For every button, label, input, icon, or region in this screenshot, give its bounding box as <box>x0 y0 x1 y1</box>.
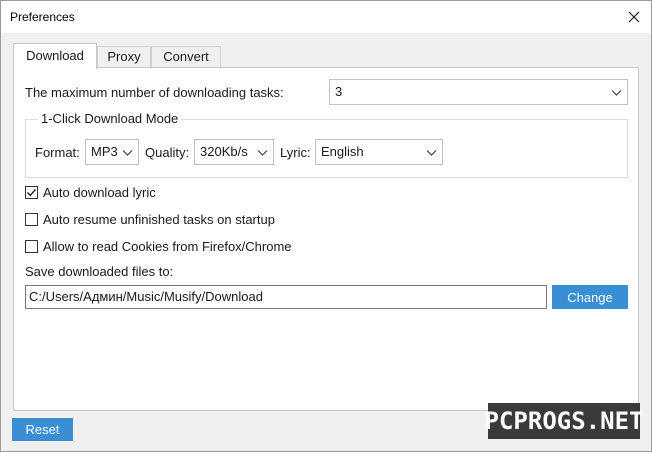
auto-resume-checkbox[interactable]: Auto resume unfinished tasks on startup <box>25 211 275 227</box>
one-click-download-group: 1-Click Download Mode Format: MP3 Qualit… <box>25 111 628 178</box>
preferences-window: Preferences Download Proxy Convert The m… <box>0 0 652 452</box>
watermark: PCPROGS.NET <box>485 403 643 439</box>
lyric-value: English <box>321 144 364 159</box>
auto-resume-label: Auto resume unfinished tasks on startup <box>43 211 275 227</box>
auto-download-lyric-checkbox[interactable]: Auto download lyric <box>25 184 156 200</box>
max-tasks-select[interactable]: 3 <box>329 79 628 105</box>
save-path-input[interactable]: C:/Users/Админ/Music/Musify/Download <box>25 285 547 309</box>
title-bar: Preferences <box>1 1 651 33</box>
checkmark-icon <box>27 188 37 196</box>
read-cookies-label: Allow to read Cookies from Firefox/Chrom… <box>43 238 292 254</box>
checkbox-box[interactable] <box>25 239 38 253</box>
chevron-down-icon <box>122 150 133 156</box>
lyric-select[interactable]: English <box>315 139 443 165</box>
window-title: Preferences <box>10 10 75 24</box>
chevron-down-icon <box>257 150 268 156</box>
quality-select[interactable]: 320Kb/s <box>194 139 274 165</box>
format-value: MP3 <box>91 144 118 159</box>
chevron-down-icon <box>611 90 622 96</box>
checkbox-box[interactable] <box>25 185 38 199</box>
checkbox-box[interactable] <box>25 212 38 226</box>
one-click-group-title: 1-Click Download Mode <box>38 111 182 126</box>
read-cookies-checkbox[interactable]: Allow to read Cookies from Firefox/Chrom… <box>25 238 292 254</box>
format-label: Format: <box>35 145 80 160</box>
save-location-label: Save downloaded files to: <box>25 264 174 279</box>
quality-value: 320Kb/s <box>200 144 248 159</box>
auto-download-lyric-label: Auto download lyric <box>43 184 156 200</box>
change-button[interactable]: Change <box>552 285 628 309</box>
tab-proxy[interactable]: Proxy <box>97 46 151 68</box>
format-select[interactable]: MP3 <box>85 139 139 165</box>
download-panel: The maximum number of downloading tasks:… <box>13 67 639 411</box>
lyric-label: Lyric: <box>280 145 311 160</box>
reset-button[interactable]: Reset <box>12 418 73 441</box>
chevron-down-icon <box>426 150 437 156</box>
close-icon <box>628 11 640 23</box>
close-button[interactable] <box>617 1 651 33</box>
tab-download[interactable]: Download <box>13 43 97 69</box>
max-tasks-value: 3 <box>335 84 343 99</box>
tab-convert[interactable]: Convert <box>151 46 221 68</box>
quality-label: Quality: <box>145 145 190 160</box>
max-tasks-label: The maximum number of downloading tasks: <box>25 85 284 100</box>
